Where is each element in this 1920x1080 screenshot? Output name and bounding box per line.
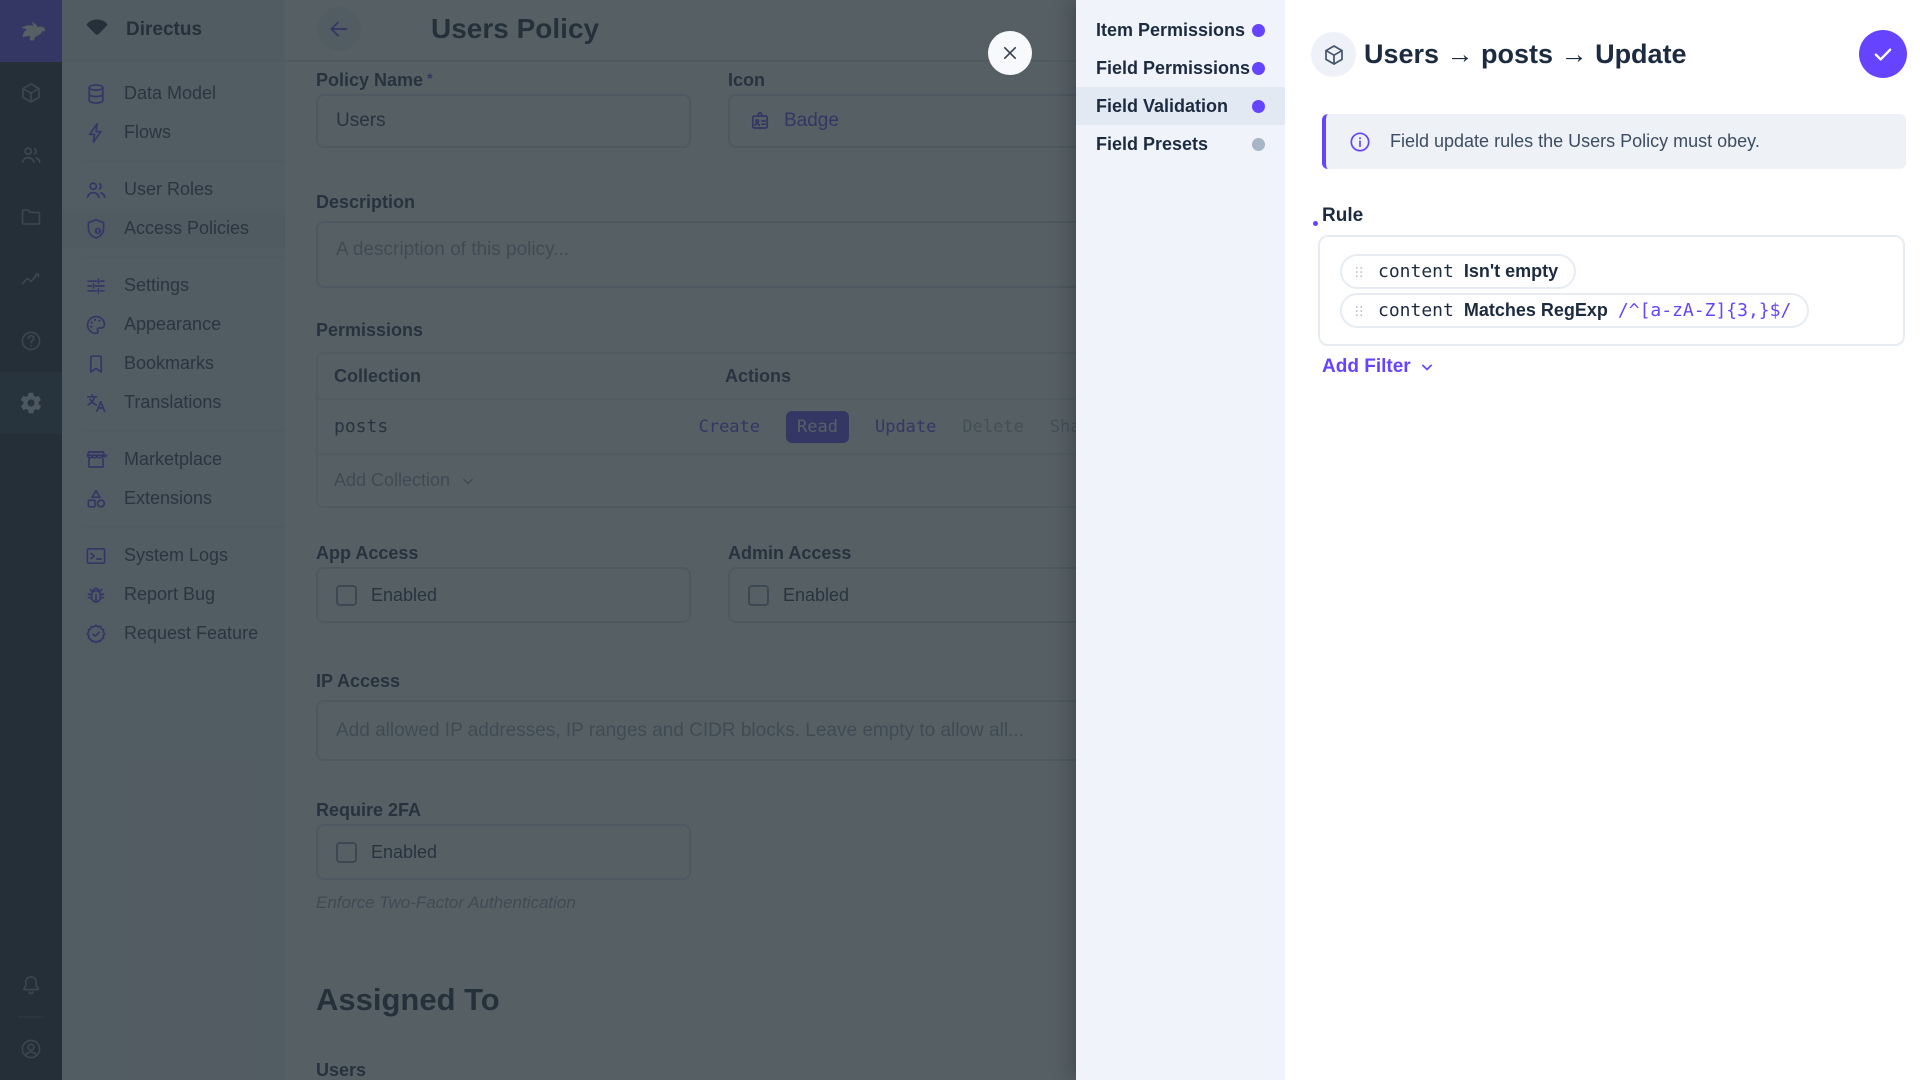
filter-row: content Isn't empty [1340,254,1576,289]
status-dot [1252,62,1265,75]
drawer-title: Users → posts → Update [1364,39,1687,70]
filter-operator[interactable]: Isn't empty [1464,261,1558,282]
cube-icon [1322,43,1346,67]
status-dot [1252,138,1265,151]
drawer-nav-field-presets[interactable]: Field Presets [1076,125,1285,163]
drag-handle-icon[interactable] [1350,302,1368,320]
chevron-down-icon [1417,357,1437,377]
drawer-nav-label: Field Permissions [1096,58,1252,79]
drawer-nav-item-permissions[interactable]: Item Permissions [1076,11,1285,49]
drawer-nav-label: Field Validation [1096,96,1252,117]
filter-field[interactable]: content [1378,300,1454,321]
status-dot [1252,100,1265,113]
drawer-nav-label: Item Permissions [1096,20,1252,41]
add-filter-label: Add Filter [1322,356,1411,378]
save-button[interactable] [1859,30,1907,78]
info-banner: Field update rules the Users Policy must… [1322,114,1906,169]
close-icon [998,41,1022,65]
add-filter-button[interactable]: Add Filter [1322,356,1437,378]
permissions-drawer: Item Permissions Field Permissions Field V… [1076,0,1920,1080]
info-icon [1348,130,1372,154]
drawer-nav: Item Permissions Field Permissions Field V… [1076,0,1285,1080]
close-drawer-button[interactable] [988,31,1032,75]
info-banner-text: Field update rules the Users Policy must… [1390,131,1760,152]
filter-operator[interactable]: Matches RegExp [1464,300,1608,321]
status-dot [1252,24,1265,37]
check-icon [1870,41,1896,67]
drawer-panel: Users → posts → Update Field update rule… [1285,0,1920,1080]
rule-edited-dot [1313,221,1318,226]
rule-filter-box: content Isn't empty content Matches RegExp /… [1318,235,1905,346]
drawer-nav-field-validation[interactable]: Field Validation [1076,87,1285,125]
drawer-nav-label: Field Presets [1096,134,1252,155]
drawer-header-icon-circle [1311,32,1356,77]
filter-value[interactable]: /^[a-zA-Z]{3,}$/ [1618,300,1791,321]
drag-handle-icon[interactable] [1350,263,1368,281]
filter-row: content Matches RegExp /^[a-zA-Z]{3,}$/ [1340,293,1809,328]
drawer-nav-field-permissions[interactable]: Field Permissions [1076,49,1285,87]
rule-label: Rule [1322,205,1363,227]
filter-field[interactable]: content [1378,261,1454,282]
